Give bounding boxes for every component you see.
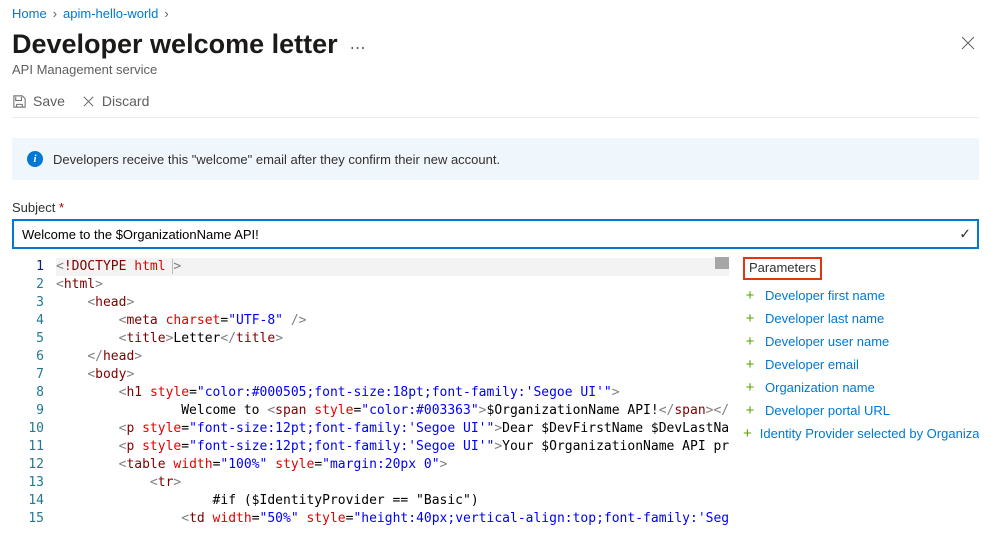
page-subtitle: API Management service [12, 62, 979, 77]
parameter-label: Developer user name [765, 334, 889, 349]
plus-icon: + [743, 425, 752, 442]
parameter-item[interactable]: + Identity Provider selected by Organizat… [743, 422, 979, 445]
parameter-item[interactable]: + Developer first name [743, 284, 979, 307]
breadcrumb-service[interactable]: apim-hello-world [63, 6, 158, 21]
info-banner: i Developers receive this "welcome" emai… [12, 138, 979, 180]
info-banner-text: Developers receive this "welcome" email … [53, 152, 500, 167]
more-button[interactable]: ⋯ [350, 38, 367, 58]
parameters-heading: Parameters [743, 257, 822, 280]
save-label: Save [33, 93, 65, 109]
chevron-right-icon: › [53, 6, 57, 21]
command-bar: Save Discard [12, 93, 979, 118]
plus-icon: + [743, 287, 757, 304]
plus-icon: + [743, 310, 757, 327]
parameter-item[interactable]: + Developer last name [743, 307, 979, 330]
discard-button[interactable]: Discard [81, 93, 149, 109]
plus-icon: + [743, 356, 757, 373]
breadcrumb: Home › apim-hello-world › [12, 6, 979, 21]
parameter-item[interactable]: + Developer user name [743, 330, 979, 353]
scrollbar-thumb[interactable] [715, 257, 729, 269]
parameter-label: Identity Provider selected by Organizati… [760, 426, 979, 441]
check-icon: ✓ [959, 226, 971, 243]
plus-icon: + [743, 402, 757, 419]
parameter-label: Developer email [765, 357, 859, 372]
save-icon [12, 94, 27, 109]
parameter-label: Developer portal URL [765, 403, 890, 418]
close-button[interactable] [957, 30, 979, 59]
discard-icon [81, 94, 96, 109]
parameter-label: Developer last name [765, 311, 884, 326]
page-title: Developer welcome letter [12, 29, 338, 60]
parameter-item[interactable]: + Developer portal URL [743, 399, 979, 422]
breadcrumb-home[interactable]: Home [12, 6, 47, 21]
parameter-label: Developer first name [765, 288, 885, 303]
plus-icon: + [743, 379, 757, 396]
subject-label: Subject * [12, 200, 979, 215]
parameter-item[interactable]: + Developer email [743, 353, 979, 376]
discard-label: Discard [102, 93, 149, 109]
save-button[interactable]: Save [12, 93, 65, 109]
code-editor[interactable]: 123456789101112131415 <!DOCTYPE html ><h… [12, 257, 729, 528]
close-icon [961, 36, 975, 50]
parameter-label: Organization name [765, 380, 875, 395]
subject-input[interactable] [12, 219, 979, 249]
chevron-right-icon: › [164, 6, 168, 21]
parameter-item[interactable]: + Organization name [743, 376, 979, 399]
info-icon: i [27, 151, 43, 167]
parameters-panel: Parameters + Developer first name + Develop… [729, 257, 979, 528]
plus-icon: + [743, 333, 757, 350]
